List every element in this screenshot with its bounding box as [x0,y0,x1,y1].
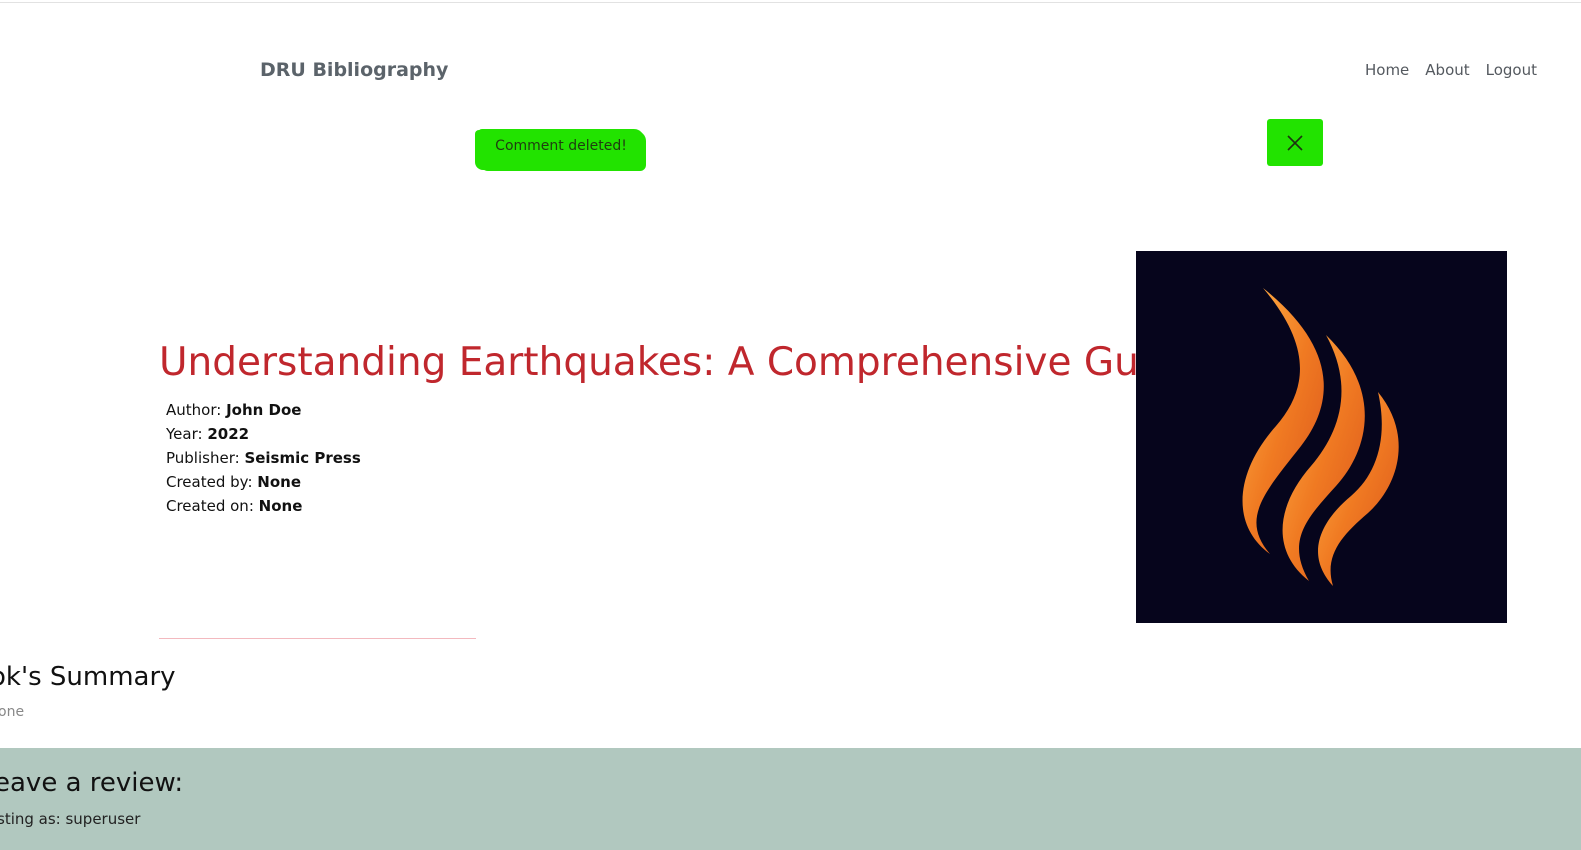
book-cover-image [1136,251,1507,623]
alert-close-button[interactable] [1267,119,1323,166]
top-divider [0,2,1581,3]
meta-year: Year: 2022 [166,425,250,443]
brand-link[interactable]: DRU Bibliography [260,59,448,81]
close-icon [1287,134,1303,151]
review-posting-as: sting as: superuser [0,810,141,828]
top-nav: Home About Logout [1365,61,1537,79]
alert-message-box: Comment deleted! [478,129,644,169]
meta-created-on: Created on: None [166,497,303,515]
nav-about-link[interactable]: About [1425,61,1469,79]
summary-heading: ok's Summary [0,662,176,692]
nav-logout-link[interactable]: Logout [1486,61,1537,79]
meta-publisher: Publisher: Seismic Press [166,449,361,467]
review-section: eave a review: sting as: superuser [0,748,1581,850]
review-heading: eave a review: [0,768,184,798]
section-divider [159,638,476,639]
book-meta: Author: John Doe Year: 2022 Publisher: S… [166,398,361,518]
meta-created-by: Created by: None [166,473,301,491]
alert-message: Comment deleted! [495,138,627,154]
summary-text: one [0,704,25,720]
flame-logo-icon [1242,288,1399,586]
nav-home-link[interactable]: Home [1365,61,1409,79]
meta-author: Author: John Doe [166,401,302,419]
book-title: Understanding Earthquakes: A Comprehensi… [159,340,1199,385]
